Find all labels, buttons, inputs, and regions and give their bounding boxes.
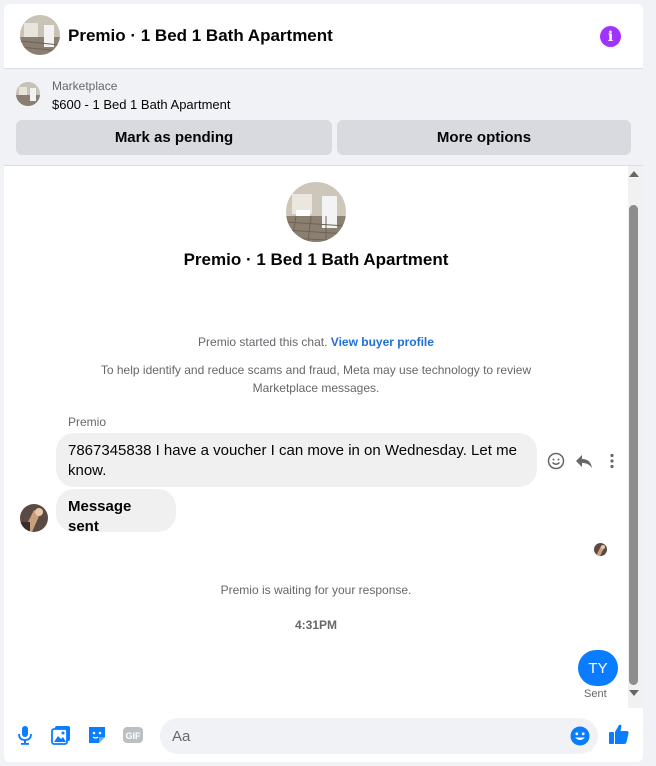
conversation-title: Premio · 1 Bed 1 Bath Apartment (183, 250, 449, 269)
marketplace-label: Marketplace (52, 79, 118, 93)
photo-icon[interactable] (50, 724, 72, 746)
microphone-icon[interactable] (14, 724, 36, 746)
gif-icon[interactable]: GIF (122, 724, 144, 746)
waiting-notice: Premio is waiting for your response. (220, 583, 412, 597)
scrollbar-thumb[interactable] (629, 205, 638, 685)
scroll-down-arrow-icon[interactable] (629, 690, 639, 696)
emoji-icon[interactable] (570, 726, 590, 746)
chat-started-text: Premio started this chat. (198, 335, 328, 349)
message-bubble[interactable]: Message sent (56, 489, 176, 535)
listing-avatar[interactable] (20, 15, 60, 55)
view-buyer-profile-link[interactable]: View buyer profile (331, 335, 434, 349)
mark-as-pending-button[interactable]: Mark as pending (16, 120, 332, 155)
more-actions-icon[interactable] (602, 451, 622, 471)
sender-name: Premio (68, 415, 107, 429)
message-input[interactable] (160, 718, 598, 754)
safety-notice: To help identify and reduce scams and fr… (100, 363, 532, 395)
listing-thumbnail[interactable] (16, 82, 40, 106)
like-icon[interactable] (608, 723, 630, 745)
chat-title: Premio · 1 Bed 1 Bath Apartment (68, 26, 333, 45)
gif-label: GIF (126, 731, 142, 741)
composer: GIF (4, 708, 643, 762)
chat-header: Premio · 1 Bed 1 Bath Apartment i (4, 4, 643, 69)
outgoing-message-bubble[interactable]: TY (578, 650, 618, 686)
timestamp: 4:31PM (294, 618, 338, 632)
message-status: Sent (584, 688, 607, 700)
chat-started-notice: Premio started this chat. View buyer pro… (84, 333, 548, 351)
seen-avatar (594, 543, 607, 556)
info-icon[interactable]: i (600, 26, 621, 47)
listing-large-avatar (286, 182, 346, 242)
marketplace-banner: Marketplace $600 - 1 Bed 1 Bath Apartmen… (4, 69, 643, 166)
reply-icon[interactable] (574, 451, 594, 471)
sender-avatar[interactable] (20, 504, 48, 532)
react-icon[interactable] (546, 451, 566, 471)
scroll-up-arrow-icon[interactable] (629, 171, 639, 177)
sticker-icon[interactable] (86, 724, 108, 746)
message-bubble[interactable]: 7867345838 I have a voucher I can move i… (56, 433, 537, 487)
more-options-button[interactable]: More options (337, 120, 631, 155)
listing-title[interactable]: $600 - 1 Bed 1 Bath Apartment (52, 97, 231, 112)
chat-window: Premio · 1 Bed 1 Bath Apartment i Market… (4, 4, 643, 762)
